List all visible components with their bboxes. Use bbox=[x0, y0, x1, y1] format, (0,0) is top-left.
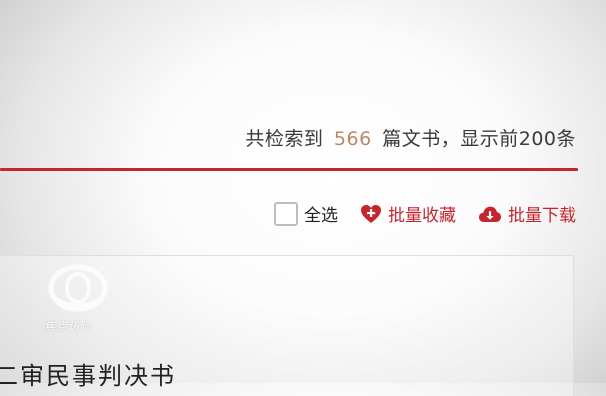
batch-actions-toolbar: 全选 批量收藏 批量下载 bbox=[274, 201, 576, 226]
result-summary-suffix: 篇文书，显示前200条 bbox=[382, 128, 576, 150]
batch-download-button[interactable]: 批量下载 bbox=[478, 201, 576, 226]
select-all-checkbox[interactable] bbox=[274, 201, 298, 226]
header-divider bbox=[0, 168, 578, 171]
heart-plus-icon bbox=[360, 204, 382, 224]
cloud-download-icon bbox=[478, 204, 502, 224]
document-title-link[interactable]: 二审民事判决书 bbox=[0, 356, 176, 391]
result-count: 566 bbox=[333, 128, 372, 150]
batch-favorite-label: 批量收藏 bbox=[388, 206, 456, 226]
result-summary-prefix: 共检索到 bbox=[245, 128, 324, 150]
select-all-button[interactable]: 全选 bbox=[274, 201, 338, 226]
batch-download-label: 批量下载 bbox=[508, 206, 576, 226]
watermark-label: 焦点访谈 bbox=[44, 320, 92, 333]
result-summary: 共检索到 566 篇文书，显示前200条 bbox=[245, 124, 576, 151]
select-all-label: 全选 bbox=[304, 206, 338, 226]
batch-favorite-button[interactable]: 批量收藏 bbox=[360, 201, 456, 226]
